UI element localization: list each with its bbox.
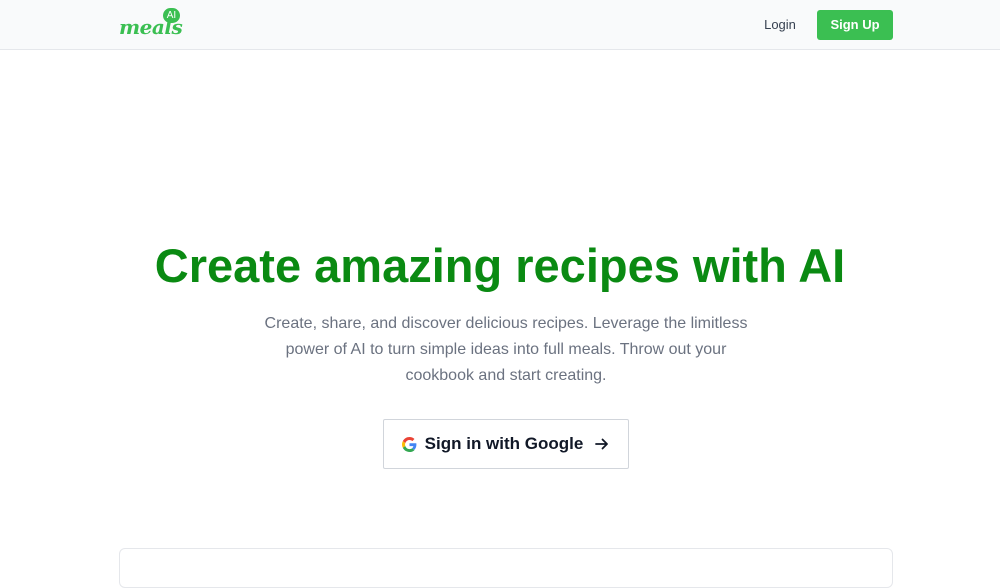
google-icon	[401, 436, 417, 452]
bottom-card	[119, 548, 893, 588]
google-sign-in-button[interactable]: Sign in with Google	[383, 419, 629, 469]
signup-button[interactable]: Sign Up	[817, 10, 893, 40]
arrow-right-icon	[594, 436, 610, 452]
hero-title: Create amazing recipes with AI	[154, 239, 846, 292]
logo[interactable]: meals AI	[119, 8, 183, 39]
logo-badge: AI	[163, 8, 180, 23]
navbar: meals AI Login Sign Up	[0, 0, 1000, 50]
hero-subtitle: Create, share, and discover delicious re…	[264, 315, 748, 384]
login-link[interactable]: Login	[756, 10, 804, 40]
google-sign-in-label: Sign in with Google	[424, 434, 584, 453]
